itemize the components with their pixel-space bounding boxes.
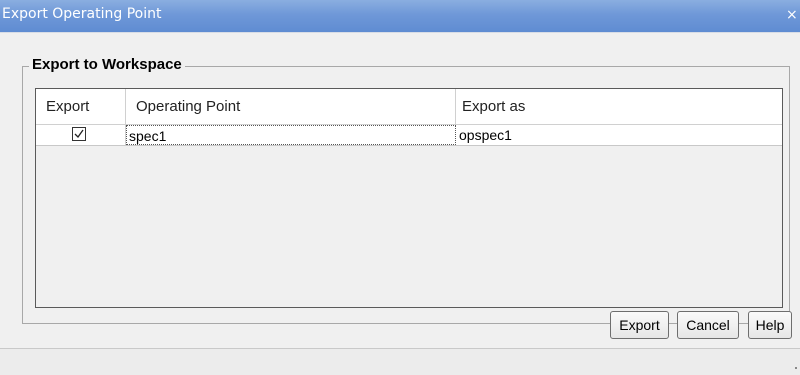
- status-bar: [0, 348, 800, 375]
- export-button[interactable]: Export: [610, 311, 669, 339]
- title-bar[interactable]: Export Operating Point ×: [0, 0, 800, 32]
- export-checkbox[interactable]: [72, 127, 86, 141]
- export-operating-point-dialog: Export Operating Point × Export to Works…: [0, 0, 800, 375]
- group-legend: Export to Workspace: [29, 56, 185, 73]
- column-header-export[interactable]: Export: [36, 89, 126, 124]
- column-header-operating-point[interactable]: Operating Point: [126, 89, 456, 124]
- table-empty-area: [36, 146, 782, 307]
- close-icon[interactable]: ×: [786, 4, 800, 26]
- export-cell: [36, 125, 126, 145]
- table-header: Export Operating Point Export as: [36, 89, 782, 125]
- column-header-export-as[interactable]: Export as: [456, 89, 782, 124]
- help-button[interactable]: Help: [748, 311, 792, 339]
- operating-point-cell[interactable]: spec1: [126, 125, 456, 145]
- window-title: Export Operating Point: [2, 6, 162, 22]
- export-as-cell[interactable]: opspec1: [456, 125, 782, 145]
- cancel-button[interactable]: Cancel: [677, 311, 739, 339]
- export-to-workspace-group: Export to Workspace Export Operating Poi…: [22, 56, 790, 324]
- operating-points-table: Export Operating Point Export as spec1 o…: [35, 88, 783, 308]
- table-row[interactable]: spec1 opspec1: [36, 125, 782, 146]
- resize-grip-icon[interactable]: [795, 367, 797, 369]
- checkmark-icon: [74, 129, 84, 139]
